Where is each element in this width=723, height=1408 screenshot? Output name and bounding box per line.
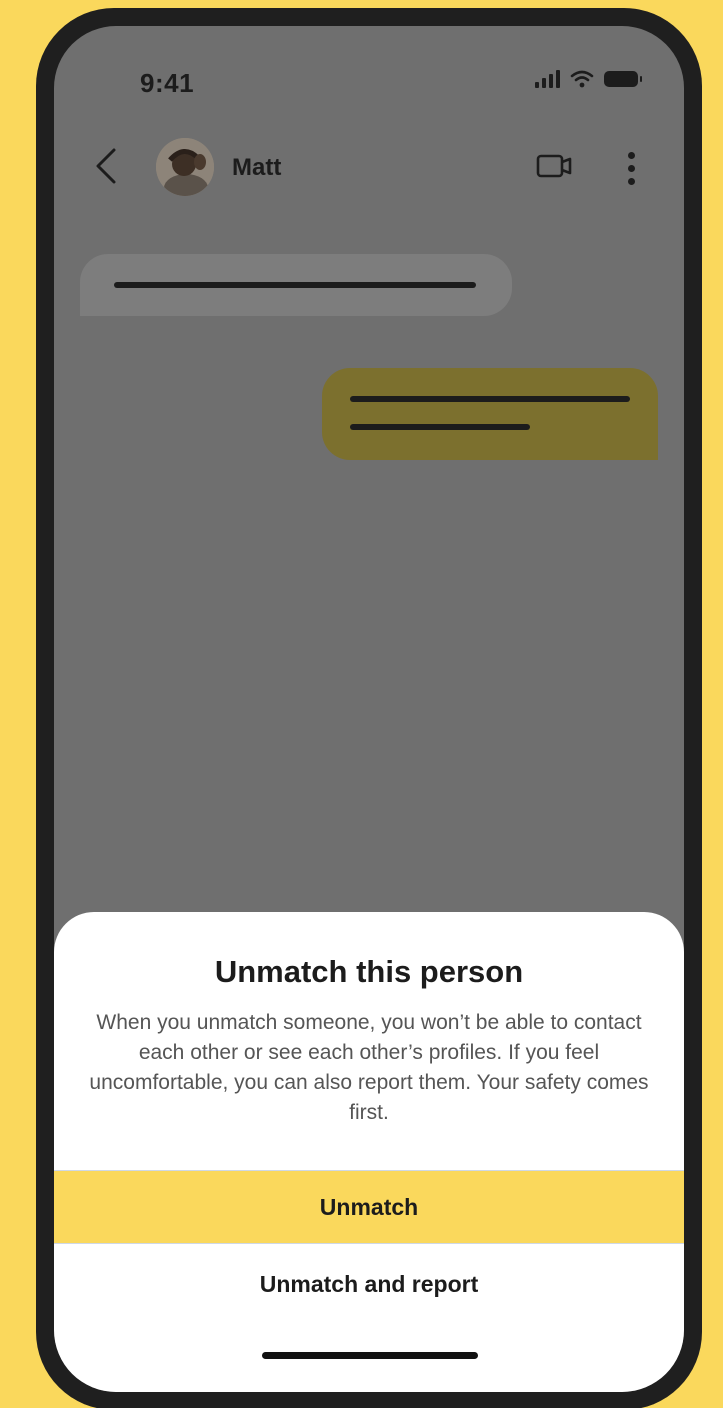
back-button[interactable] <box>88 144 124 188</box>
contact-name[interactable]: Matt <box>232 154 281 182</box>
incoming-message-bubble <box>80 254 512 316</box>
outgoing-message-bubble <box>322 368 658 460</box>
status-icons <box>535 70 642 88</box>
back-chevron-icon <box>96 148 116 184</box>
unmatch-and-report-button[interactable]: Unmatch and report <box>54 1246 684 1322</box>
avatar-photo <box>156 138 214 196</box>
wifi-icon <box>570 70 594 88</box>
unmatch-button[interactable]: Unmatch <box>54 1170 684 1244</box>
chat-screen: 9:41 Matt Unmatch this person When you u… <box>54 26 684 1392</box>
message-placeholder-line <box>350 396 630 402</box>
video-call-icon <box>536 154 572 178</box>
video-call-button[interactable] <box>534 148 576 184</box>
signal-icon <box>535 70 560 88</box>
message-placeholder-line <box>114 282 476 288</box>
battery-icon <box>604 71 642 87</box>
home-indicator[interactable] <box>262 1352 478 1359</box>
message-placeholder-line <box>350 424 530 430</box>
sheet-description: When you unmatch someone, you won’t be a… <box>89 1011 649 1124</box>
status-time: 9:41 <box>140 68 195 98</box>
unmatch-bottom-sheet: Unmatch this person When you unmatch som… <box>54 912 684 1392</box>
sheet-title: Unmatch this person <box>214 954 524 989</box>
more-vertical-icon <box>616 144 646 185</box>
phone-frame: 9:41 Matt Unmatch this person When you u… <box>36 8 702 1408</box>
avatar[interactable] <box>156 138 214 196</box>
chat-header: Matt <box>54 130 684 206</box>
more-options-button[interactable] <box>616 144 646 188</box>
